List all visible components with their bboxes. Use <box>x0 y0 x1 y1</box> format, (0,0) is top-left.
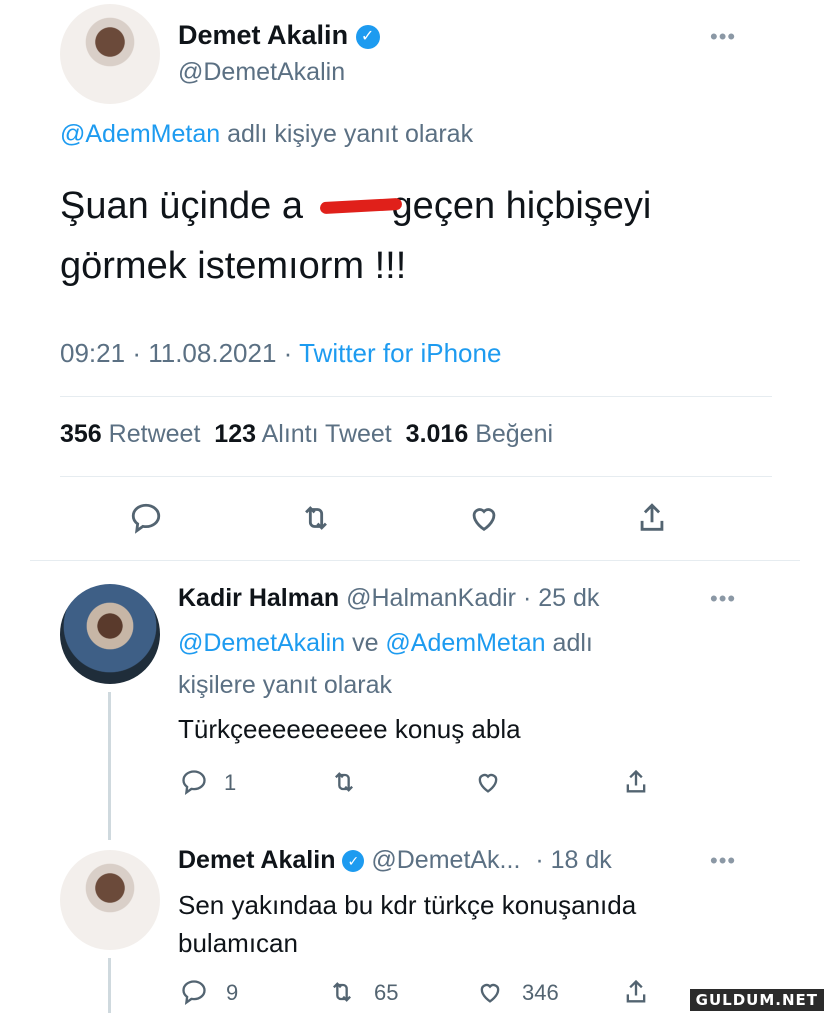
reply-icon[interactable] <box>174 762 214 802</box>
tweet-source-link[interactable]: Twitter for iPhone <box>299 338 501 368</box>
tweet-text-line2: görmek istemıorm !!! <box>60 245 407 287</box>
reply-header: Demet Akalin ✓ @DemetAk... · 18 dk <box>178 846 612 875</box>
reply-text-line1: Sen yakındaa bu kdr türkçe konuşanıda <box>178 890 637 920</box>
author-handle[interactable]: @DemetAk... <box>371 846 520 874</box>
quote-count[interactable]: 123 <box>214 420 256 448</box>
divider <box>60 476 772 477</box>
like-icon[interactable] <box>464 498 504 538</box>
retweet-icon[interactable] <box>296 498 336 538</box>
verified-badge-icon: ✓ <box>342 850 365 873</box>
reply-header: Kadir Halman @HalmanKadir · 25 dk <box>178 584 599 613</box>
avatar[interactable] <box>60 584 160 684</box>
divider <box>30 560 800 561</box>
author-row: Demet Akalin ✓ <box>178 20 380 51</box>
more-options-icon[interactable]: ••• <box>710 586 736 612</box>
reply-context: @DemetAkalin ve @AdemMetan adlı kişilere… <box>178 622 593 706</box>
reply-text: Sen yakındaa bu kdr türkçe konuşanıda bu… <box>178 886 636 962</box>
reply-to-link[interactable]: @AdemMetan <box>60 120 220 148</box>
tweet-text-part2: geçen hiçbişeyi <box>391 185 652 227</box>
reply-icon[interactable] <box>174 972 214 1012</box>
reply-icon[interactable] <box>126 498 166 538</box>
tweet-text: Şuan üçinde a geçen hiçbişeyi görmek ist… <box>60 176 651 296</box>
reply-context-text: ve <box>352 629 379 657</box>
reply-context-text: adlı kişiye yanıt olarak <box>227 120 474 148</box>
reply-time[interactable]: · 25 dk <box>523 584 599 612</box>
thread-line <box>108 692 111 840</box>
watermark: GULDUM.NET <box>689 989 824 1011</box>
tweet-time: 09:21 <box>60 338 126 368</box>
author-name[interactable]: Demet Akalin <box>178 20 348 50</box>
separator: · <box>132 338 141 368</box>
timestamp-row: 09:21 · 11.08.2021 · Twitter for iPhone <box>60 338 501 369</box>
reply-to-link[interactable]: @DemetAkalin <box>178 629 345 657</box>
verified-badge-icon: ✓ <box>355 24 380 49</box>
retweet-icon[interactable] <box>324 762 364 802</box>
author-name[interactable]: Kadir Halman <box>178 584 339 612</box>
like-count: 346 <box>522 980 559 1005</box>
avatar[interactable] <box>60 4 160 104</box>
author-name[interactable]: Demet Akalin <box>178 846 335 874</box>
reply-count: 1 <box>224 770 237 795</box>
reply-text-line2: bulamıcan <box>178 928 298 958</box>
separator: · <box>283 338 293 368</box>
share-icon[interactable] <box>632 498 672 538</box>
quote-label[interactable]: Alıntı Tweet <box>262 420 392 448</box>
reply-time[interactable]: · 18 dk <box>535 846 611 874</box>
divider <box>60 396 772 397</box>
retweet-label[interactable]: Retweet <box>109 420 201 448</box>
thread-line <box>108 958 111 1013</box>
more-options-icon[interactable]: ••• <box>710 848 736 874</box>
like-label[interactable]: Beğeni <box>475 420 553 448</box>
like-count[interactable]: 3.016 <box>406 420 469 448</box>
reply-context: @AdemMetan adlı kişiye yanıt olarak <box>60 120 473 149</box>
reply-context-text: adlı <box>552 629 593 657</box>
tweet-text-part1: Şuan üçinde a <box>60 185 303 227</box>
reply-count: 9 <box>226 980 239 1005</box>
share-icon[interactable] <box>616 972 656 1012</box>
author-handle[interactable]: @HalmanKadir <box>346 584 516 612</box>
avatar[interactable] <box>60 850 160 950</box>
like-icon[interactable] <box>468 762 508 802</box>
reply-text: Türkçeeeeeeeeee konuş abla <box>178 714 521 744</box>
like-icon[interactable] <box>470 972 510 1012</box>
reply-context-text: kişilere yanıt olarak <box>178 671 392 699</box>
reply-to-link[interactable]: @AdemMetan <box>385 629 545 657</box>
tweet-date: 11.08.2021 <box>148 338 277 368</box>
more-options-icon[interactable]: ••• <box>710 24 736 50</box>
retweet-count: 65 <box>374 980 399 1005</box>
engagement-stats: 356 Retweet 123 Alıntı Tweet 3.016 Beğen… <box>60 420 553 449</box>
retweet-count[interactable]: 356 <box>60 420 102 448</box>
share-icon[interactable] <box>616 762 656 802</box>
author-handle[interactable]: @DemetAkalin <box>178 58 345 87</box>
retweet-icon[interactable] <box>322 972 362 1012</box>
